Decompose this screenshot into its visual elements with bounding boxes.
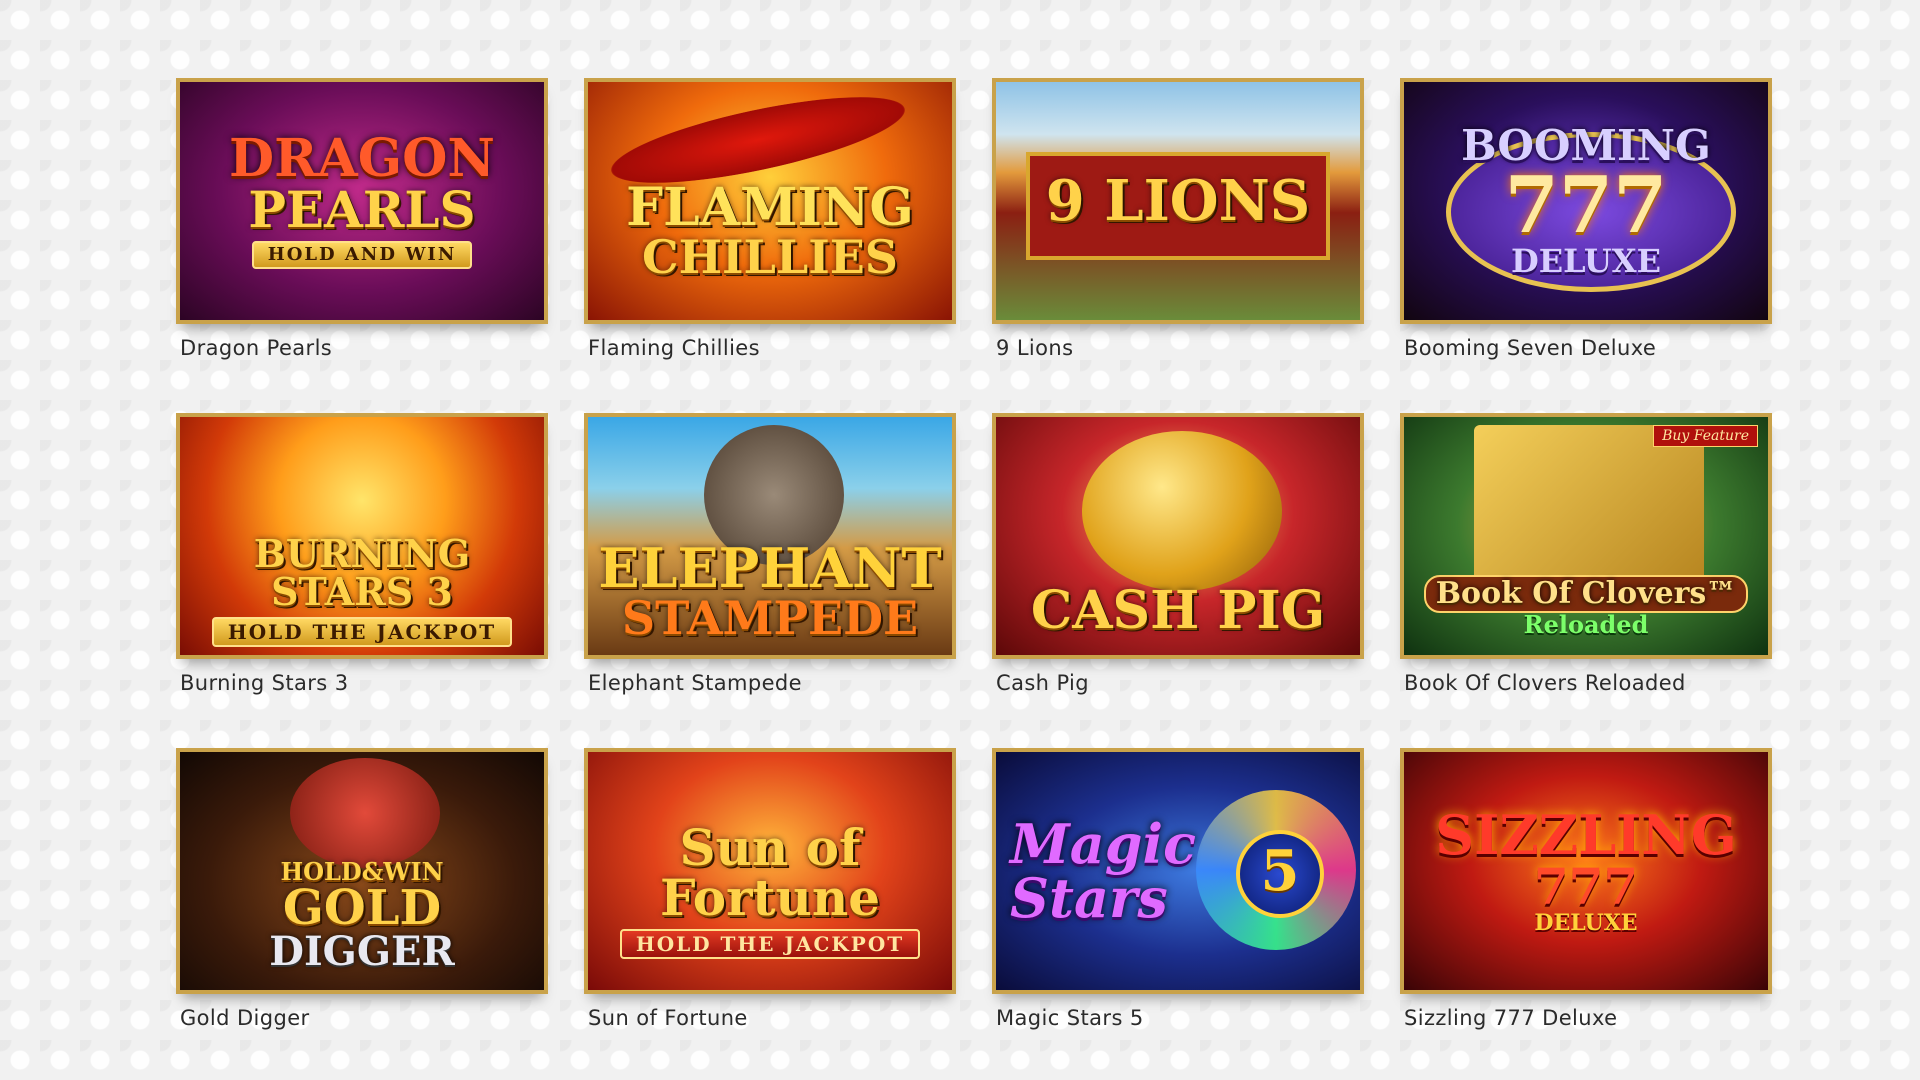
logo-line-2: Fortune [659, 868, 881, 927]
games-grid: DRAGON PEARLS HOLD AND WIN Dragon Pearls… [176, 78, 1772, 1062]
logo-line-2: PEARLS [248, 180, 476, 239]
logo-line-1: Book Of Clovers™ [1423, 575, 1749, 613]
game-thumbnail[interactable]: ELEPHANT STAMPEDE [584, 413, 956, 659]
game-logo: HOLD&WIN GOLD DIGGER [257, 860, 466, 972]
game-logo: 9 LIONS [1034, 173, 1322, 229]
game-card-magic-stars-5[interactable]: 5 Magic Stars Magic Stars 5 [992, 748, 1364, 1062]
game-title[interactable]: Dragon Pearls [180, 336, 548, 360]
game-card-dragon-pearls[interactable]: DRAGON PEARLS HOLD AND WIN Dragon Pearls [176, 78, 548, 392]
game-card-elephant-stampede[interactable]: ELEPHANT STAMPEDE Elephant Stampede [584, 413, 956, 727]
logo-line-2: STAMPEDE [621, 591, 919, 645]
game-title[interactable]: Magic Stars 5 [996, 1006, 1364, 1030]
game-card-sun-of-fortune[interactable]: Sun of Fortune HOLD THE JACKPOT Sun of F… [584, 748, 956, 1062]
game-logo: SIZZLING 777 DELUXE [1423, 808, 1749, 934]
game-logo: DRAGON PEARLS HOLD AND WIN [217, 133, 507, 269]
game-title[interactable]: 9 Lions [996, 336, 1364, 360]
game-thumbnail[interactable]: 9 LIONS [992, 78, 1364, 324]
game-title[interactable]: Elephant Stampede [588, 671, 956, 695]
game-card-cash-pig[interactable]: CASH PIG Cash Pig [992, 413, 1364, 727]
game-card-sizzling-777-deluxe[interactable]: SIZZLING 777 DELUXE Sizzling 777 Deluxe [1400, 748, 1772, 1062]
logo-line-1: 9 LIONS [1045, 168, 1311, 234]
logo-line-1: BURNING STARS 3 [253, 531, 471, 614]
game-logo: Magic Stars [998, 817, 1208, 925]
game-title[interactable]: Flaming Chillies [588, 336, 956, 360]
logo-line-1: Sun of [679, 818, 861, 877]
logo-line-1: SIZZLING [1435, 803, 1737, 867]
game-card-9-lions[interactable]: 9 LIONS 9 Lions [992, 78, 1364, 392]
logo-tagline: HOLD THE JACKPOT [211, 617, 513, 647]
logo-line-2: DIGGER [269, 928, 455, 975]
logo-line-2: 777 [1504, 160, 1668, 251]
game-thumbnail[interactable]: BOOMING 777 DELUXE [1400, 78, 1772, 324]
game-card-burning-stars-3[interactable]: BURNING STARS 3 HOLD THE JACKPOT Burning… [176, 413, 548, 727]
game-card-book-of-clovers-reloaded[interactable]: Buy Feature Book Of Clovers™ Reloaded Bo… [1400, 413, 1772, 727]
game-logo: BOOMING 777 DELUXE [1449, 125, 1723, 280]
game-thumbnail[interactable]: HOLD&WIN GOLD DIGGER [176, 748, 548, 994]
buy-feature-badge: Buy Feature [1653, 425, 1758, 447]
game-title[interactable]: Gold Digger [180, 1006, 548, 1030]
logo-line-2: Stars [1010, 866, 1168, 930]
logo-tagline: HOLD THE JACKPOT [619, 929, 921, 959]
game-thumbnail[interactable]: SIZZLING 777 DELUXE [1400, 748, 1772, 994]
game-logo: ELEPHANT STAMPEDE [588, 536, 952, 645]
logo-line-1: ELEPHANT [598, 536, 942, 600]
game-logo: Book Of Clovers™ Reloaded [1412, 575, 1761, 637]
game-thumbnail[interactable]: Buy Feature Book Of Clovers™ Reloaded [1400, 413, 1772, 659]
logo-line-1: Magic [1010, 812, 1196, 876]
logo-tagline: DELUXE [1534, 910, 1638, 936]
game-title[interactable]: Booming Seven Deluxe [1404, 336, 1772, 360]
game-logo: Sun of Fortune HOLD THE JACKPOT [608, 823, 932, 959]
logo-tagline: DELUXE [1510, 242, 1661, 280]
logo-line-1: GOLD [282, 880, 442, 936]
game-logo: FLAMING CHILLIES [614, 177, 926, 284]
game-logo: CASH PIG [1019, 585, 1337, 637]
game-title[interactable]: Sizzling 777 Deluxe [1404, 1006, 1772, 1030]
game-thumbnail[interactable]: BURNING STARS 3 HOLD THE JACKPOT [176, 413, 548, 659]
game-thumbnail[interactable]: FLAMING CHILLIES [584, 78, 956, 324]
logo-number: 5 [1260, 838, 1300, 904]
logo-line-2: Reloaded [1523, 610, 1649, 639]
game-thumbnail[interactable]: CASH PIG [992, 413, 1364, 659]
logo-line-1: CASH PIG [1030, 580, 1326, 641]
game-title[interactable]: Book Of Clovers Reloaded [1404, 671, 1772, 695]
game-card-flaming-chillies[interactable]: FLAMING CHILLIES Flaming Chillies [584, 78, 956, 392]
game-logo: BURNING STARS 3 HOLD THE JACKPOT [180, 535, 544, 647]
game-title[interactable]: Sun of Fortune [588, 1006, 956, 1030]
logo-line-2: 777 [1533, 857, 1639, 916]
game-thumbnail[interactable]: Sun of Fortune HOLD THE JACKPOT [584, 748, 956, 994]
game-thumbnail[interactable]: 5 Magic Stars [992, 748, 1364, 994]
game-card-booming-seven-deluxe[interactable]: BOOMING 777 DELUXE Booming Seven Deluxe [1400, 78, 1772, 392]
game-title[interactable]: Burning Stars 3 [180, 671, 548, 695]
game-title[interactable]: Cash Pig [996, 671, 1364, 695]
logo-line-1: DRAGON [229, 128, 495, 189]
logo-line-1: FLAMING [626, 177, 914, 238]
game-card-gold-digger[interactable]: HOLD&WIN GOLD DIGGER Gold Digger [176, 748, 548, 1062]
logo-line-2: CHILLIES [641, 230, 899, 284]
logo-tagline: HOLD AND WIN [251, 241, 473, 269]
game-thumbnail[interactable]: DRAGON PEARLS HOLD AND WIN [176, 78, 548, 324]
